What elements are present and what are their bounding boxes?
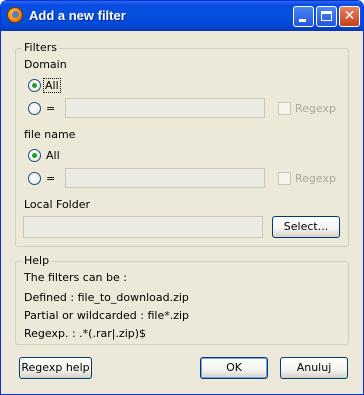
add-filter-dialog: Add a new filter ✕ Filters Domain All = … [0,0,364,395]
ok-button[interactable]: OK [200,357,268,379]
maximize-icon [317,7,336,26]
domain-all-label[interactable]: All [43,78,61,93]
domain-equals-label[interactable]: = [46,102,55,115]
help-line: The filters can be : [24,271,127,284]
domain-equals-radio[interactable] [28,102,41,115]
domain-all-radio[interactable] [28,79,41,92]
title-bar[interactable]: Add a new filter ✕ [1,1,363,31]
help-line: Regexp. : .*(.rar|.zip)$ [24,327,147,340]
filters-legend: Filters [22,41,59,54]
close-icon: ✕ [343,8,356,24]
file-name-regexp-label: Regexp [295,172,336,185]
minimize-button[interactable] [293,6,314,27]
select-folder-button[interactable]: Select... [272,216,340,238]
close-button[interactable]: ✕ [339,6,360,27]
file-name-equals-label[interactable]: = [46,172,55,185]
domain-regexp-label: Regexp [295,102,336,115]
minimize-icon [294,7,313,26]
help-legend: Help [22,254,52,267]
local-folder-label: Local Folder [24,198,90,211]
help-line: Partial or wildcarded : file*.zip [24,309,190,322]
help-line: Defined : file_to_download.zip [24,291,189,304]
file-name-input[interactable] [65,168,265,188]
file-name-all-radio[interactable] [28,149,41,162]
domain-input[interactable] [65,98,265,118]
regexp-help-button[interactable]: Regexp help [19,357,92,379]
file-name-all-label[interactable]: All [46,149,60,162]
local-folder-input[interactable] [23,216,263,238]
file-name-label: file name [24,128,76,141]
app-icon[interactable] [7,7,23,23]
file-name-equals-radio[interactable] [28,172,41,185]
window-title: Add a new filter [29,8,126,23]
cancel-button[interactable]: Anuluj [280,357,348,379]
file-name-regexp-checkbox[interactable] [278,172,291,185]
maximize-button[interactable] [316,6,337,27]
domain-regexp-checkbox[interactable] [278,102,291,115]
domain-label: Domain [24,58,67,71]
